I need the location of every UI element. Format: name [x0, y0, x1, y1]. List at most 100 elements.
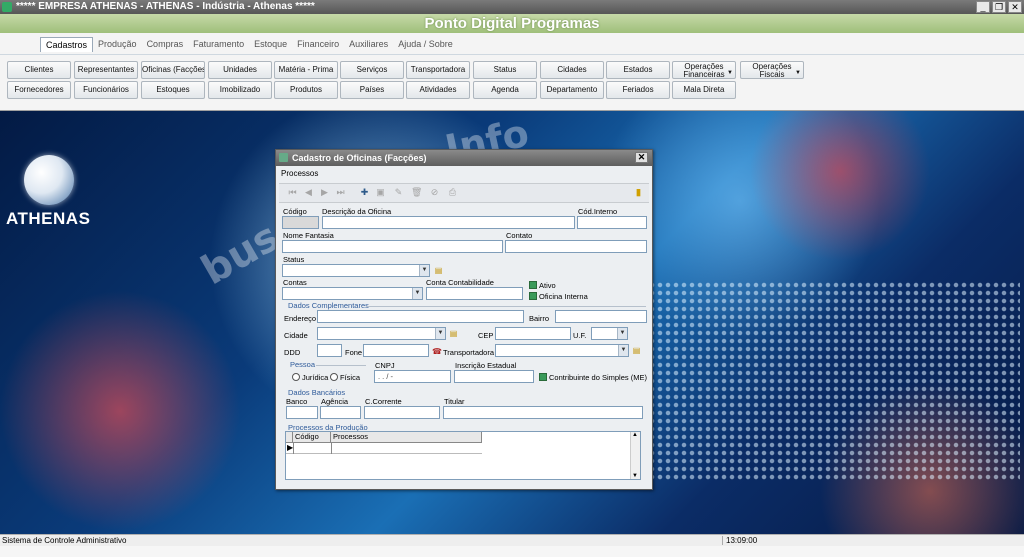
- representantes-button[interactable]: Representantes: [74, 61, 138, 79]
- materia-prima-button[interactable]: Matéria - Prima: [274, 61, 338, 79]
- mala-direta-button[interactable]: Mala Direta: [672, 81, 736, 99]
- exit-door-icon[interactable]: ▮: [633, 187, 644, 198]
- tab-ajuda-sobre[interactable]: Ajuda / Sobre: [393, 37, 458, 52]
- restore-icon[interactable]: ❐: [992, 1, 1006, 13]
- grid-indicator-header: [286, 432, 293, 443]
- contribuinte-simples-checkbox[interactable]: [539, 373, 547, 381]
- banco-input[interactable]: [286, 406, 318, 419]
- operacoes-fiscais-button[interactable]: Operações Fiscais ▼: [740, 61, 804, 79]
- tab-estoque[interactable]: Estoque: [249, 37, 292, 52]
- scroll-down-icon[interactable]: ▼: [632, 473, 638, 479]
- bairro-input[interactable]: [555, 310, 647, 323]
- dropdown-arrow-icon: ▼: [795, 70, 801, 76]
- cod-interno-input[interactable]: [577, 216, 647, 229]
- cidade-lookup-icon[interactable]: ▤: [449, 329, 458, 338]
- c-corrente-input[interactable]: [364, 406, 440, 419]
- dialog-toolbar: ⏮ ◀ ▶ ⏭ ✚ ▣ ✎ 🗑 ⊘ ⎙ ▮: [279, 183, 649, 203]
- new-record-icon[interactable]: ✚: [359, 187, 370, 198]
- agenda-button[interactable]: Agenda: [473, 81, 537, 99]
- uf-select[interactable]: ▼: [591, 327, 628, 340]
- descricao-input[interactable]: [322, 216, 575, 229]
- produtos-button[interactable]: Produtos: [274, 81, 338, 99]
- cancel-icon[interactable]: ⊘: [429, 187, 440, 198]
- servicos-button[interactable]: Serviços: [340, 61, 404, 79]
- main-menu-bar: Cadastros Produção Compras Faturamento E…: [0, 33, 1024, 55]
- print-icon[interactable]: ⎙: [447, 187, 458, 198]
- dialog-title: Cadastro de Oficinas (Facções): [292, 153, 427, 163]
- tab-auxiliares[interactable]: Auxiliares: [344, 37, 393, 52]
- contas-select[interactable]: ▼: [282, 287, 423, 300]
- agencia-input[interactable]: [320, 406, 361, 419]
- unidades-button[interactable]: Unidades: [208, 61, 272, 79]
- descricao-label: Descrição da Oficina: [322, 207, 392, 216]
- titular-input[interactable]: [443, 406, 643, 419]
- ativo-checkbox[interactable]: [529, 281, 537, 289]
- operacoes-financeiras-button[interactable]: Operações Financeiras ▼: [672, 61, 736, 79]
- previous-record-icon[interactable]: ◀: [303, 187, 314, 198]
- estados-button[interactable]: Estados: [606, 61, 670, 79]
- save-icon[interactable]: ▣: [375, 187, 386, 198]
- dialog-close-icon[interactable]: ✕: [635, 152, 648, 163]
- first-record-icon[interactable]: ⏮: [287, 187, 298, 198]
- paises-button[interactable]: Países: [340, 81, 404, 99]
- fone-input[interactable]: [363, 344, 429, 357]
- feriados-button[interactable]: Feriados: [606, 81, 670, 99]
- minimize-icon[interactable]: _: [976, 1, 990, 13]
- transportadora-select[interactable]: ▼: [495, 344, 629, 357]
- imobilizado-button[interactable]: Imobilizado: [208, 81, 272, 99]
- close-icon[interactable]: ✕: [1008, 1, 1022, 13]
- ddd-input[interactable]: [317, 344, 342, 357]
- cep-label: CEP: [478, 331, 494, 340]
- oficina-interna-checkbox[interactable]: [529, 292, 537, 300]
- cnpj-input[interactable]: . . / -: [374, 370, 451, 383]
- funcionarios-button[interactable]: Funcionários: [74, 81, 138, 99]
- grid-header-processos[interactable]: Processos: [331, 432, 482, 443]
- cep-input[interactable]: [495, 327, 571, 340]
- juridica-radio[interactable]: [292, 373, 300, 381]
- conta-contabilidade-input[interactable]: [426, 287, 523, 300]
- status-select[interactable]: ▼: [282, 264, 430, 277]
- status-button[interactable]: Status: [473, 61, 537, 79]
- agencia-label: Agência: [321, 397, 349, 406]
- oficinas-button[interactable]: Oficinas (Facções): [141, 61, 205, 79]
- inscricao-estadual-input[interactable]: [454, 370, 534, 383]
- contato-label: Contato: [506, 231, 533, 240]
- endereco-input[interactable]: [317, 310, 524, 323]
- codigo-input[interactable]: [282, 216, 319, 229]
- cidades-button[interactable]: Cidades: [540, 61, 604, 79]
- transportadora-lookup-icon[interactable]: ▤: [632, 346, 641, 355]
- window-controls: _ ❐ ✕: [976, 1, 1022, 13]
- tab-compras[interactable]: Compras: [142, 37, 189, 52]
- next-record-icon[interactable]: ▶: [319, 187, 330, 198]
- tab-faturamento[interactable]: Faturamento: [188, 37, 249, 52]
- cidade-select[interactable]: ▼: [317, 327, 446, 340]
- edit-icon[interactable]: ✎: [393, 187, 404, 198]
- contato-input[interactable]: [505, 240, 647, 253]
- transportadora-button[interactable]: Transportadora: [406, 61, 470, 79]
- dados-complementares-label: Dados Complementares: [288, 301, 369, 310]
- last-record-icon[interactable]: ⏭: [335, 187, 346, 198]
- oficina-interna-label: Oficina Interna: [539, 292, 588, 301]
- app-header-title: Ponto Digital Programas: [424, 15, 600, 32]
- contas-label: Contas: [283, 278, 307, 287]
- clientes-button[interactable]: Clientes: [7, 61, 71, 79]
- tab-financeiro[interactable]: Financeiro: [292, 37, 344, 52]
- scroll-up-icon[interactable]: ▲: [632, 432, 638, 438]
- atividades-button[interactable]: Atividades: [406, 81, 470, 99]
- bottom-strip: [0, 546, 1024, 557]
- departamento-button[interactable]: Departamento: [540, 81, 604, 99]
- grid-header-codigo[interactable]: Código: [293, 432, 331, 443]
- dialog-menu-processos[interactable]: Processos: [276, 169, 652, 181]
- fornecedores-button[interactable]: Fornecedores: [7, 81, 71, 99]
- estoques-button[interactable]: Estoques: [141, 81, 205, 99]
- delete-icon[interactable]: 🗑: [411, 187, 422, 198]
- tab-cadastros[interactable]: Cadastros: [40, 37, 94, 52]
- table-row[interactable]: ▶: [286, 443, 482, 454]
- grid-scrollbar[interactable]: ▲ ▼: [630, 432, 640, 479]
- status-bar-system-text: Sistema de Controle Administrativo: [2, 536, 127, 545]
- status-lookup-icon[interactable]: ▤: [434, 266, 443, 275]
- tab-producao[interactable]: Produção: [93, 37, 142, 52]
- nome-fantasia-input[interactable]: [282, 240, 503, 253]
- processos-grid[interactable]: Código Processos ▶ ▲ ▼: [285, 431, 641, 480]
- fisica-radio[interactable]: [330, 373, 338, 381]
